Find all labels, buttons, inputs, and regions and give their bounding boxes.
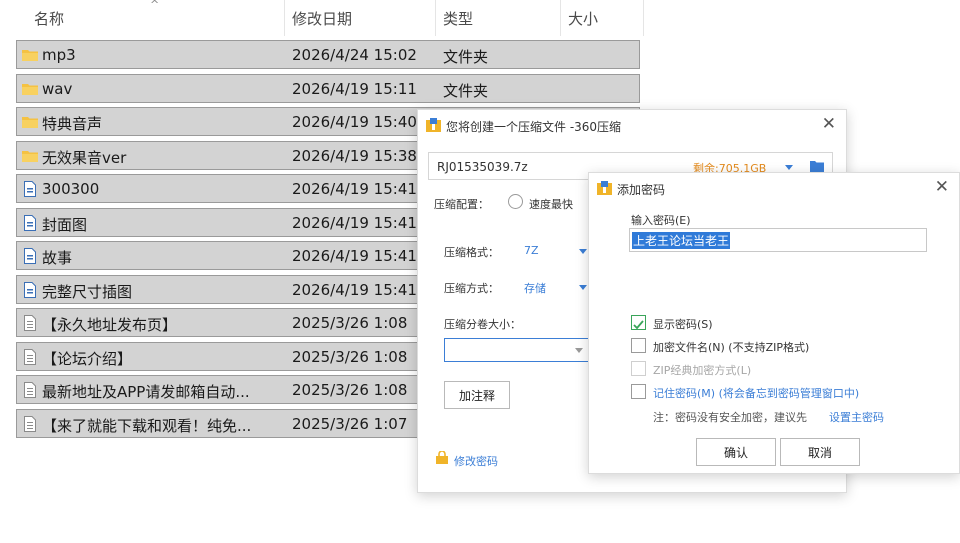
security-note: 注：密码没有安全加密，建议先	[653, 411, 807, 424]
text-document-icon	[24, 382, 36, 398]
chevron-down-icon[interactable]	[785, 165, 793, 170]
file-modified-date: 2026/4/19 15:41	[292, 247, 417, 265]
show-password-label: 显示密码(S)	[653, 318, 713, 331]
file-icon	[24, 214, 36, 231]
file-modified-date: 2026/4/19 15:41	[292, 280, 417, 299]
file-icon	[24, 181, 36, 197]
output-filename: RJ01535039.7z	[437, 160, 528, 174]
show-password-checkbox[interactable]	[631, 315, 646, 330]
file-name: 最新地址及APP请发邮箱自动...	[42, 383, 250, 401]
close-icon[interactable]: ✕	[935, 177, 949, 197]
speed-radio[interactable]	[508, 194, 523, 209]
add-comment-button[interactable]: 加注释	[444, 381, 510, 409]
column-divider[interactable]	[560, 0, 561, 36]
password-dialog: 添加密码 ✕ 输入密码(E) 上老王论坛当老王 显示密码(S) 加密文件名(N)…	[588, 172, 960, 474]
speed-option-label: 速度最快	[529, 198, 573, 211]
chevron-down-icon[interactable]	[579, 285, 587, 290]
encrypt-filename-label: 加密文件名(N) (不支持ZIP格式)	[653, 341, 810, 354]
password-value: 上老王论坛当老王	[632, 232, 731, 249]
file-icon	[24, 248, 36, 264]
file-modified-date: 2026/4/19 15:38	[292, 146, 417, 165]
zip-classic-checkbox	[631, 361, 646, 376]
method-label: 压缩方式：	[444, 282, 499, 295]
column-header-name[interactable]: 名称	[34, 0, 64, 36]
format-label: 压缩格式：	[444, 246, 499, 259]
method-select[interactable]: 存储	[524, 280, 546, 296]
file-name: 【来了就能下载和观看！纯免...	[42, 416, 252, 435]
file-icon	[24, 281, 36, 298]
text-document-icon	[24, 348, 36, 365]
text-document-icon	[24, 415, 36, 432]
set-master-password-link[interactable]: 设置主密码	[829, 409, 884, 425]
column-header-type[interactable]: 类型	[443, 0, 473, 36]
file-name: wav	[42, 79, 73, 98]
chevron-down-icon[interactable]	[579, 249, 587, 254]
file-name: 特典音声	[42, 115, 103, 133]
file-modified-date: 2026/4/19 15:41	[292, 180, 417, 198]
text-document-icon	[24, 315, 36, 331]
file-modified-date: 2026/4/19 15:41	[292, 213, 417, 232]
compress-dialog-titlebar[interactable]: 您将创建一个压缩文件 -360压缩 ✕	[418, 110, 846, 140]
password-dialog-titlebar[interactable]: 添加密码 ✕	[589, 173, 959, 203]
volume-size-label: 压缩分卷大小：	[444, 318, 521, 331]
file-row[interactable]: mp3 2026/4/24 15:02 文件夹	[16, 40, 640, 69]
file-row[interactable]: wav 2026/4/19 15:11 文件夹	[16, 73, 640, 103]
column-divider[interactable]	[643, 0, 644, 36]
file-name: 无效果音ver	[42, 148, 127, 167]
file-name: 300300	[42, 180, 100, 198]
file-name: 【论坛介绍】	[42, 349, 133, 368]
compress-dialog-title: 您将创建一个压缩文件 -360压缩	[446, 120, 622, 134]
close-icon[interactable]: ✕	[822, 114, 836, 134]
file-modified-date: 2025/3/26 1:07	[292, 414, 408, 433]
file-name: mp3	[42, 46, 76, 64]
column-divider[interactable]	[284, 0, 285, 36]
chevron-down-icon[interactable]	[575, 348, 583, 353]
file-name: 完整尺寸插图	[42, 282, 133, 301]
folder-icon	[22, 83, 38, 95]
folder-icon	[22, 150, 38, 162]
folder-browse-icon[interactable]	[810, 159, 824, 172]
file-modified-date: 2026/4/19 15:11	[292, 79, 417, 98]
remember-password-checkbox[interactable]	[631, 384, 646, 399]
remember-password-label[interactable]: 记住密码(M) (将会备忘到密码管理窗口中)	[653, 385, 859, 401]
folder-icon	[22, 50, 38, 61]
zip-classic-label: ZIP经典加密方式(L)	[653, 364, 752, 377]
file-modified-date: 2025/3/26 1:08	[292, 347, 408, 366]
folder-icon	[22, 117, 38, 128]
file-name: 封面图	[42, 215, 88, 234]
file-modified-date: 2026/4/19 15:40	[292, 113, 417, 131]
format-select[interactable]: 7Z	[524, 244, 539, 257]
file-modified-date: 2025/3/26 1:08	[292, 314, 408, 332]
cancel-button[interactable]: 取消	[780, 438, 860, 466]
archive-app-icon	[426, 118, 441, 132]
encrypt-filename-checkbox[interactable]	[631, 338, 646, 353]
archive-app-icon	[597, 181, 612, 195]
file-name: 故事	[42, 249, 73, 267]
volume-size-input[interactable]	[444, 338, 590, 362]
file-modified-date: 2026/4/24 15:02	[292, 46, 417, 64]
file-modified-date: 2025/3/26 1:08	[292, 381, 408, 399]
lock-icon	[436, 451, 448, 464]
file-name: 【永久地址发布页】	[42, 316, 178, 334]
change-password-link[interactable]: 修改密码	[454, 453, 498, 469]
column-divider[interactable]	[435, 0, 436, 36]
password-dialog-title: 添加密码	[617, 183, 666, 197]
config-label: 压缩配置：	[434, 198, 489, 211]
file-type: 文件夹	[443, 81, 489, 100]
checkmark-icon	[633, 320, 644, 330]
sort-ascending-icon: ^	[150, 0, 160, 11]
column-header-modified[interactable]: 修改日期	[292, 0, 352, 36]
file-type: 文件夹	[443, 48, 489, 66]
ok-button[interactable]: 确认	[696, 438, 776, 466]
password-input[interactable]: 上老王论坛当老王	[629, 228, 927, 252]
password-input-label: 输入密码(E)	[631, 214, 691, 227]
column-header-size[interactable]: 大小	[568, 0, 598, 36]
